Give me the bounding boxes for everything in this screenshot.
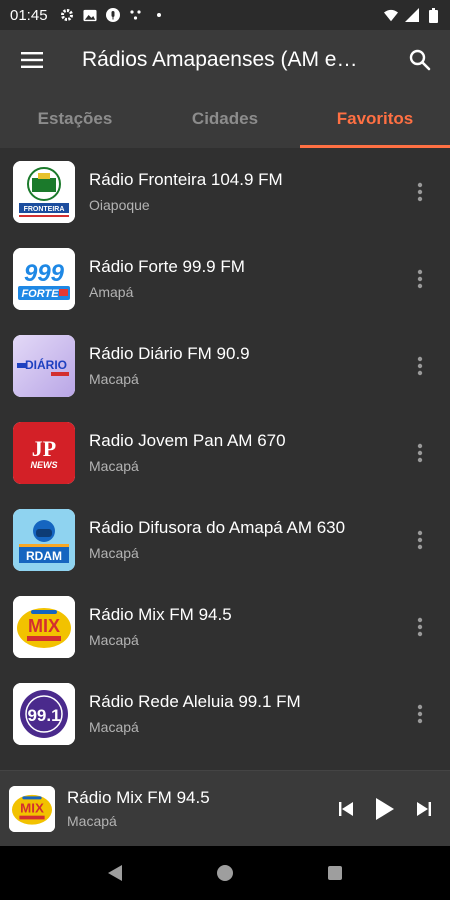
- list-item[interactable]: RDAM Rádio Difusora do Amapá AM 630 Maca…: [0, 496, 450, 583]
- list-item-partial[interactable]: [0, 757, 450, 770]
- voice-icon: [105, 8, 120, 22]
- list-item[interactable]: FRONTEIRA Rádio Fronteira 104.9 FM Oiapo…: [0, 148, 450, 235]
- forte-logo-word: FORTE: [21, 288, 59, 300]
- play-icon[interactable]: [364, 784, 406, 834]
- now-playing-bar[interactable]: MIX Rádio Mix FM 94.5 Macapá: [0, 770, 450, 846]
- list-item-text: Rádio Rede Aleluia 99.1 FM Macapá: [89, 692, 400, 735]
- more-options-icon[interactable]: [400, 249, 440, 309]
- station-city: Macapá: [89, 371, 139, 387]
- player-station-city: Macapá: [67, 813, 117, 829]
- recents-icon[interactable]: [315, 853, 355, 893]
- station-name: Rádio Rede Aleluia 99.1 FM: [89, 692, 301, 711]
- station-name: Rádio Mix FM 94.5: [89, 605, 232, 624]
- status-bar: 01:45: [0, 0, 450, 30]
- skip-next-icon[interactable]: [406, 784, 442, 834]
- app-title: Rádios Amapaenses (AM e…: [82, 48, 358, 71]
- list-item-text: Radio Jovem Pan AM 670 Macapá: [89, 431, 400, 474]
- list-item[interactable]: DIÁRIO Rádio Diário FM 90.9 Macapá: [0, 322, 450, 409]
- list-item[interactable]: 999 FORTE Rádio Forte 99.9 FM Amapá: [0, 235, 450, 322]
- fronteira-logo-text: FRONTEIRA: [24, 206, 65, 213]
- station-name: Rádio Diário FM 90.9: [89, 344, 250, 363]
- station-name: Rádio Fronteira 104.9 FM: [89, 170, 283, 189]
- difusora-logo: RDAM: [13, 508, 75, 571]
- tab-cidades[interactable]: Cidades: [150, 90, 300, 148]
- more-options-icon[interactable]: [400, 684, 440, 744]
- station-city: Macapá: [89, 719, 139, 735]
- forte-logo-number: 999: [24, 260, 65, 287]
- jovem-pan-logo: JP NEWS: [13, 421, 75, 484]
- station-name: Rádio Difusora do Amapá AM 630: [89, 518, 346, 537]
- station-city: Macapá: [89, 545, 139, 561]
- player-station-name: Rádio Mix FM 94.5: [67, 788, 210, 807]
- forte-logo: 999 FORTE: [13, 247, 75, 310]
- tab-favoritos[interactable]: Favoritos: [300, 90, 450, 148]
- skip-previous-icon[interactable]: [328, 784, 364, 834]
- station-name: Rádio Forte 99.9 FM: [89, 257, 245, 276]
- jovem-pan-logo-news: NEWS: [31, 460, 58, 470]
- status-time: 01:45: [10, 6, 48, 24]
- station-city: Macapá: [89, 632, 139, 648]
- more-options-icon[interactable]: [400, 510, 440, 570]
- app-bar: Rádios Amapaenses (AM e…: [0, 30, 450, 90]
- list-item[interactable]: 99.1 Rádio Rede Aleluia 99.1 FM Macapá: [0, 670, 450, 757]
- station-list[interactable]: FRONTEIRA Rádio Fronteira 104.9 FM Oiapo…: [0, 148, 450, 770]
- photo-icon: [83, 8, 97, 22]
- player-mix-logo: MIX: [9, 785, 55, 832]
- more-options-icon[interactable]: [400, 423, 440, 483]
- dots-icon: [129, 8, 143, 22]
- tab-estacoes[interactable]: Estações: [0, 90, 150, 148]
- tab-bar: Estações Cidades Favoritos: [0, 90, 450, 148]
- aleluia-logo-text: 99.1: [27, 706, 60, 725]
- list-item-text: Rádio Diário FM 90.9 Macapá: [89, 344, 400, 387]
- player-mix-logo-text: MIX: [20, 800, 44, 815]
- wifi-icon: [384, 8, 398, 22]
- mix-logo-text: MIX: [28, 616, 60, 636]
- more-options-icon[interactable]: [400, 162, 440, 222]
- station-name: Radio Jovem Pan AM 670: [89, 431, 286, 450]
- status-icons-left: [60, 8, 166, 22]
- list-item[interactable]: JP NEWS Radio Jovem Pan AM 670 Macapá: [0, 409, 450, 496]
- station-city: Oiapoque: [89, 197, 150, 213]
- diario-logo: DIÁRIO: [13, 334, 75, 397]
- station-city: Amapá: [89, 284, 134, 300]
- status-icons-right: [384, 7, 440, 23]
- list-item-text: Rádio Mix FM 94.5 Macapá: [89, 605, 400, 648]
- more-options-icon[interactable]: [400, 336, 440, 396]
- list-item-text: Rádio Difusora do Amapá AM 630 Macapá: [89, 518, 400, 561]
- list-item-text: Rádio Fronteira 104.9 FM Oiapoque: [89, 170, 400, 213]
- signal-icon: [405, 8, 419, 22]
- system-nav-bar: [0, 846, 450, 900]
- difusora-logo-text: RDAM: [26, 549, 62, 563]
- player-text: Rádio Mix FM 94.5 Macapá: [67, 788, 328, 829]
- back-icon[interactable]: [95, 853, 135, 893]
- fronteira-logo: FRONTEIRA: [13, 160, 75, 223]
- list-item-text: Rádio Forte 99.9 FM Amapá: [89, 257, 400, 300]
- aleluia-logo: 99.1: [13, 682, 75, 745]
- more-options-icon[interactable]: [400, 597, 440, 657]
- jovem-pan-logo-letters: JP: [32, 436, 56, 461]
- search-icon[interactable]: [390, 30, 450, 90]
- diario-logo-text: DIÁRIO: [25, 357, 67, 372]
- dot-icon: [152, 8, 166, 22]
- station-city: Macapá: [89, 458, 139, 474]
- home-icon[interactable]: [205, 853, 245, 893]
- hamburger-menu-icon[interactable]: [0, 30, 64, 90]
- mix-logo: MIX: [13, 595, 75, 658]
- battery-icon: [426, 7, 440, 23]
- settings-icon: [60, 8, 74, 22]
- list-item[interactable]: MIX Rádio Mix FM 94.5 Macapá: [0, 583, 450, 670]
